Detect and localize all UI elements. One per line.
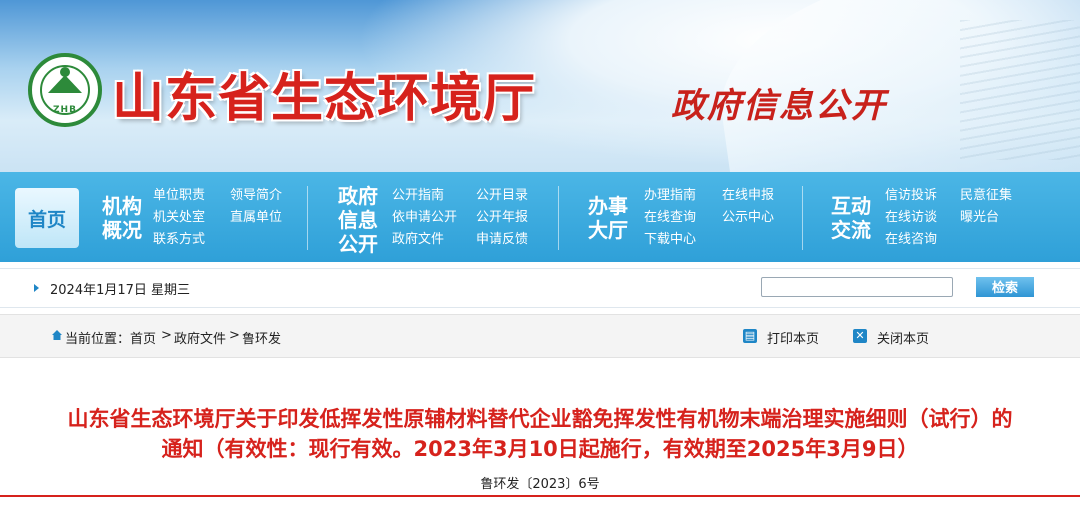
- nav-link-disclosure-catalog[interactable]: 公开目录: [476, 188, 528, 204]
- nav-divider: [558, 186, 559, 250]
- nav-link-application-feedback[interactable]: 申请反馈: [476, 232, 528, 248]
- nav-link-download-center[interactable]: 下载中心: [644, 232, 696, 248]
- nav-link-exposure[interactable]: 曝光台: [960, 210, 999, 226]
- nav-group-title-line: 信息: [338, 208, 378, 232]
- nav-divider: [307, 186, 308, 250]
- nav-link-online-interview[interactable]: 在线访谈: [885, 210, 937, 226]
- document-title-line: 山东省生态环境厅关于印发低挥发性原辅材料替代企业豁免挥发性有机物末端治理实施细则…: [67, 407, 1013, 431]
- breadcrumb-label: 当前位置：: [65, 332, 131, 347]
- breadcrumb-gov-documents[interactable]: 政府文件: [174, 328, 226, 347]
- nav-home-button[interactable]: 首页: [15, 188, 79, 248]
- nav-group-title-interaction[interactable]: 互动 交流: [831, 194, 871, 242]
- print-icon[interactable]: ▤: [743, 329, 757, 343]
- main-nav: 首页 机构 概况 单位职责 领导简介 机关处室 直属单位 联系方式 政府 信息 …: [0, 172, 1080, 262]
- search-button[interactable]: 检索: [976, 277, 1034, 297]
- close-icon[interactable]: ✕: [853, 329, 867, 343]
- document-title-line: 通知（有效性：现行有效。2023年3月10日起施行，有效期至2025年3月9日）: [161, 437, 919, 461]
- emblem-text: ZHB: [53, 105, 77, 115]
- site-title[interactable]: 山东省生态环境厅: [112, 56, 536, 131]
- breadcrumb-separator: >: [229, 328, 240, 343]
- nav-group-title-line: 公开: [338, 232, 378, 256]
- nav-divider: [802, 186, 803, 250]
- nav-link-affiliated-units[interactable]: 直属单位: [230, 210, 282, 226]
- close-page-link[interactable]: 关闭本页: [877, 328, 929, 347]
- emblem-logo[interactable]: ZHB: [28, 53, 102, 127]
- nav-group-title-line: 概况: [102, 218, 142, 242]
- header-banner: ZHB 山东省生态环境厅 政府信息公开: [0, 0, 1080, 172]
- nav-group-title-gov-info[interactable]: 政府 信息 公开: [338, 184, 378, 256]
- emblem-mountain-icon: [48, 75, 82, 93]
- breadcrumb-separator: >: [161, 328, 172, 343]
- nav-group-title-line: 机构: [102, 194, 142, 218]
- document-title: 山东省生态环境厅关于印发低挥发性原辅材料替代企业豁免挥发性有机物末端治理实施细则…: [0, 404, 1080, 464]
- nav-link-online-query[interactable]: 在线查询: [644, 210, 696, 226]
- nav-link-gov-documents[interactable]: 政府文件: [392, 232, 444, 248]
- document-number: 鲁环发〔2023〕6号: [480, 477, 600, 492]
- print-page-link[interactable]: 打印本页: [767, 328, 819, 347]
- nav-link-disclosure-guide[interactable]: 公开指南: [392, 188, 444, 204]
- nav-link-online-consult[interactable]: 在线咨询: [885, 232, 937, 248]
- nav-link-departments[interactable]: 机关处室: [153, 210, 205, 226]
- breadcrumb-current: 鲁环发: [242, 332, 282, 347]
- gov-info-title: 政府信息公开: [671, 86, 887, 126]
- nav-link-service-guide[interactable]: 办理指南: [644, 188, 696, 204]
- nav-link-contact[interactable]: 联系方式: [153, 232, 205, 248]
- breadcrumb-bar: 当前位置： 首页 > 政府文件 > 鲁环发 ▤ 打印本页 ✕ 关闭本页: [0, 314, 1080, 358]
- nav-group-title-line: 互动: [831, 194, 871, 218]
- banner-text-decoration: [960, 20, 1080, 160]
- red-divider: [0, 495, 1080, 497]
- nav-group-title-jigou[interactable]: 机构 概况: [102, 194, 142, 242]
- breadcrumb-home[interactable]: 首页: [130, 328, 156, 347]
- search-input[interactable]: [761, 277, 953, 297]
- nav-link-complaints[interactable]: 信访投诉: [885, 188, 937, 204]
- date-search-bar: 2024年1月17日 星期三 检索: [0, 268, 1080, 308]
- nav-group-title-service-hall[interactable]: 办事 大厅: [588, 194, 628, 242]
- nav-link-public-opinion[interactable]: 民意征集: [960, 188, 1012, 204]
- nav-group-title-line: 政府: [338, 184, 378, 208]
- nav-group-title-line: 大厅: [588, 218, 628, 242]
- nav-link-apply-disclosure[interactable]: 依申请公开: [392, 210, 457, 226]
- nav-group-title-line: 交流: [831, 218, 871, 242]
- triangle-bullet-icon: [34, 284, 39, 292]
- nav-link-online-apply[interactable]: 在线申报: [722, 188, 774, 204]
- nav-link-publicity-center[interactable]: 公示中心: [722, 210, 774, 226]
- nav-link-unit-duties[interactable]: 单位职责: [153, 188, 205, 204]
- nav-link-leaders[interactable]: 领导简介: [230, 188, 282, 204]
- nav-link-annual-report[interactable]: 公开年报: [476, 210, 528, 226]
- home-icon: [52, 330, 62, 340]
- current-date: 2024年1月17日 星期三: [50, 283, 191, 298]
- nav-group-title-line: 办事: [588, 194, 628, 218]
